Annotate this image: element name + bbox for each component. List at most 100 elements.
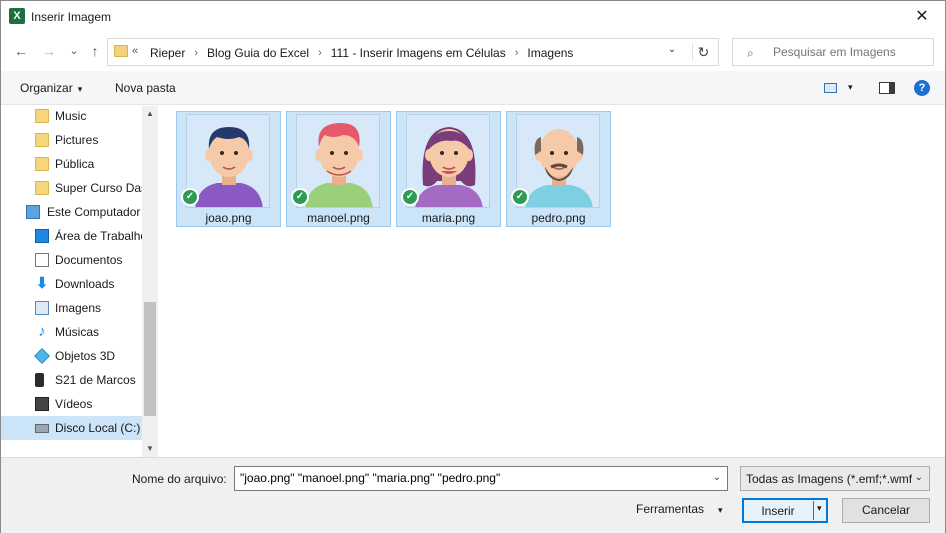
tools-label: Ferramentas: [636, 502, 705, 516]
title-bar: X Inserir Imagem ✕: [1, 1, 945, 33]
nav-scrollbar[interactable]: ▲ ▼: [142, 106, 158, 457]
nav-item-label: Documentos: [55, 253, 123, 267]
search-box[interactable]: ⌕: [732, 38, 934, 66]
insert-options-dropdown[interactable]: ▾: [817, 503, 822, 514]
folder-icon: [35, 157, 49, 171]
nav-item-label: Objetos 3D: [55, 349, 116, 363]
bottom-bar: Nome do arquivo: ⌄ Todas as Imagens (*.e…: [1, 457, 945, 533]
chevron-right-icon[interactable]: ›: [508, 47, 526, 59]
scroll-down-icon[interactable]: ▼: [142, 441, 158, 457]
3d-objects-icon: [34, 348, 50, 364]
address-bar[interactable]: « Rieper › Blog Guia do Excel › 111 - Inseri…: [107, 38, 719, 66]
chevron-down-icon: ▾: [77, 84, 83, 94]
filename-combobox[interactable]: ⌄: [234, 466, 728, 491]
view-dropdown-icon[interactable]: ▾: [848, 82, 853, 93]
desktop-icon: [35, 229, 49, 243]
chevron-right-icon[interactable]: ›: [311, 47, 329, 59]
back-button[interactable]: ←: [11, 41, 31, 61]
split-divider: [813, 501, 814, 520]
view-mode-icon[interactable]: [824, 83, 837, 93]
insert-label: Inserir: [761, 504, 795, 518]
nav-item-label: Music: [55, 109, 87, 123]
chevron-right-icon[interactable]: ›: [187, 47, 205, 59]
file-type-select[interactable]: Todas as Imagens (*.emf;*.wmf; ⌄: [740, 466, 930, 491]
breadcrumb-item[interactable]: Imagens: [525, 46, 575, 60]
filename-label: Nome do arquivo:: [132, 472, 227, 486]
documents-icon: [35, 253, 49, 267]
window-title: Inserir Imagem: [31, 10, 112, 24]
help-icon[interactable]: ?: [914, 80, 930, 96]
nav-item-label: Imagens: [55, 301, 102, 315]
address-row: ← → ⌄ ↑ « Rieper › Blog Guia do Excel › 111 …: [1, 35, 945, 69]
refresh-icon[interactable]: ↻: [692, 43, 714, 61]
downloads-icon: ⬇: [35, 275, 49, 292]
organize-button[interactable]: Organizar ▾: [20, 81, 82, 95]
preview-pane-icon[interactable]: [879, 82, 895, 94]
scroll-up-icon[interactable]: ▲: [142, 106, 158, 122]
command-bar: Organizar ▾ Nova pasta ▾ ?: [1, 71, 945, 105]
file-type-value: Todas as Imagens (*.emf;*.wmf;: [746, 472, 912, 486]
nav-item[interactable]: Área de Trabalho: [1, 224, 142, 248]
insert-button[interactable]: Inserir ▾: [742, 498, 828, 523]
tools-button[interactable]: Ferramentas ▾: [636, 502, 723, 516]
nav-item[interactable]: Pública: [1, 152, 142, 176]
breadcrumb-item[interactable]: Blog Guia do Excel: [205, 46, 311, 60]
nav-item-label: Pública: [55, 157, 95, 171]
nav-item[interactable]: Music: [1, 106, 142, 128]
nav-item[interactable]: Documentos: [1, 248, 142, 272]
sync-status-icon: ✓: [181, 188, 199, 206]
breadcrumb-item[interactable]: 111 - Inserir Imagens em Células: [329, 46, 508, 60]
insert-image-dialog: X Inserir Imagem ✕ ← → ⌄ ↑ « Rieper › Blog…: [0, 0, 946, 533]
navigation-pane: Music Pictures Pública Super Curso Das Este …: [1, 106, 158, 457]
more-crumbs-button[interactable]: «: [132, 45, 138, 57]
recent-locations-button[interactable]: ⌄: [64, 41, 84, 61]
chevron-down-icon[interactable]: ⌄: [713, 472, 721, 483]
close-button[interactable]: ✕: [905, 3, 939, 31]
nav-item[interactable]: Imagens: [1, 296, 142, 320]
scroll-thumb[interactable]: [144, 302, 156, 416]
sync-status-icon: ✓: [291, 188, 309, 206]
nav-item-label: Músicas: [55, 325, 100, 339]
nav-item[interactable]: Objetos 3D: [1, 344, 142, 368]
search-input[interactable]: [773, 45, 923, 59]
folder-icon: [114, 45, 128, 57]
file-name: joao.png: [205, 211, 252, 225]
nav-item[interactable]: Pictures: [1, 128, 142, 152]
up-button[interactable]: ↑: [85, 41, 105, 61]
file-name: pedro.png: [531, 211, 586, 225]
sync-status-icon: ✓: [511, 188, 529, 206]
chevron-down-icon: ⌄: [914, 472, 923, 483]
nav-item[interactable]: Vídeos: [1, 392, 142, 416]
nav-item[interactable]: ♪ Músicas: [1, 320, 142, 344]
nav-item-label: S21 de Marcos: [55, 373, 136, 387]
nav-item-label: Super Curso Das: [55, 181, 142, 195]
search-icon: ⌕: [747, 46, 754, 60]
nav-item[interactable]: ⬇ Downloads: [1, 272, 142, 296]
folder-icon: [35, 181, 49, 195]
nav-item-label: Este Computador: [47, 205, 141, 219]
new-folder-button[interactable]: Nova pasta: [115, 81, 176, 95]
organize-label: Organizar: [20, 81, 73, 95]
sync-status-icon: ✓: [401, 188, 419, 206]
breadcrumb-item[interactable]: Rieper: [148, 46, 187, 60]
nav-item-label: Vídeos: [55, 397, 93, 411]
music-icon: ♪: [38, 323, 46, 340]
file-item[interactable]: ✓ pedro.png: [506, 111, 611, 227]
nav-item[interactable]: Este Computador: [1, 200, 142, 224]
file-item[interactable]: ✓ maria.png: [396, 111, 501, 227]
nav-item[interactable]: Super Curso Das: [1, 176, 142, 200]
nav-item[interactable]: S21 de Marcos: [1, 368, 142, 392]
filename-input[interactable]: [240, 471, 700, 485]
forward-button[interactable]: →: [39, 41, 59, 61]
file-item[interactable]: ✓ manoel.png: [286, 111, 391, 227]
cancel-button[interactable]: Cancelar: [842, 498, 930, 523]
nav-item-label: Pictures: [55, 133, 99, 147]
file-item[interactable]: ✓ joao.png: [176, 111, 281, 227]
breadcrumb: Rieper › Blog Guia do Excel › 111 - Inserir …: [148, 46, 575, 60]
nav-item[interactable]: Disco Local (C:): [1, 416, 142, 440]
file-list: ✓ joao.png ✓ manoel.png ✓ maria.png ✓ pedro.png: [159, 106, 945, 457]
folder-icon: [35, 109, 49, 123]
nav-item-label: Área de Trabalho: [55, 229, 142, 243]
address-dropdown-button[interactable]: ⌄: [664, 44, 680, 55]
drive-icon: [35, 424, 49, 433]
